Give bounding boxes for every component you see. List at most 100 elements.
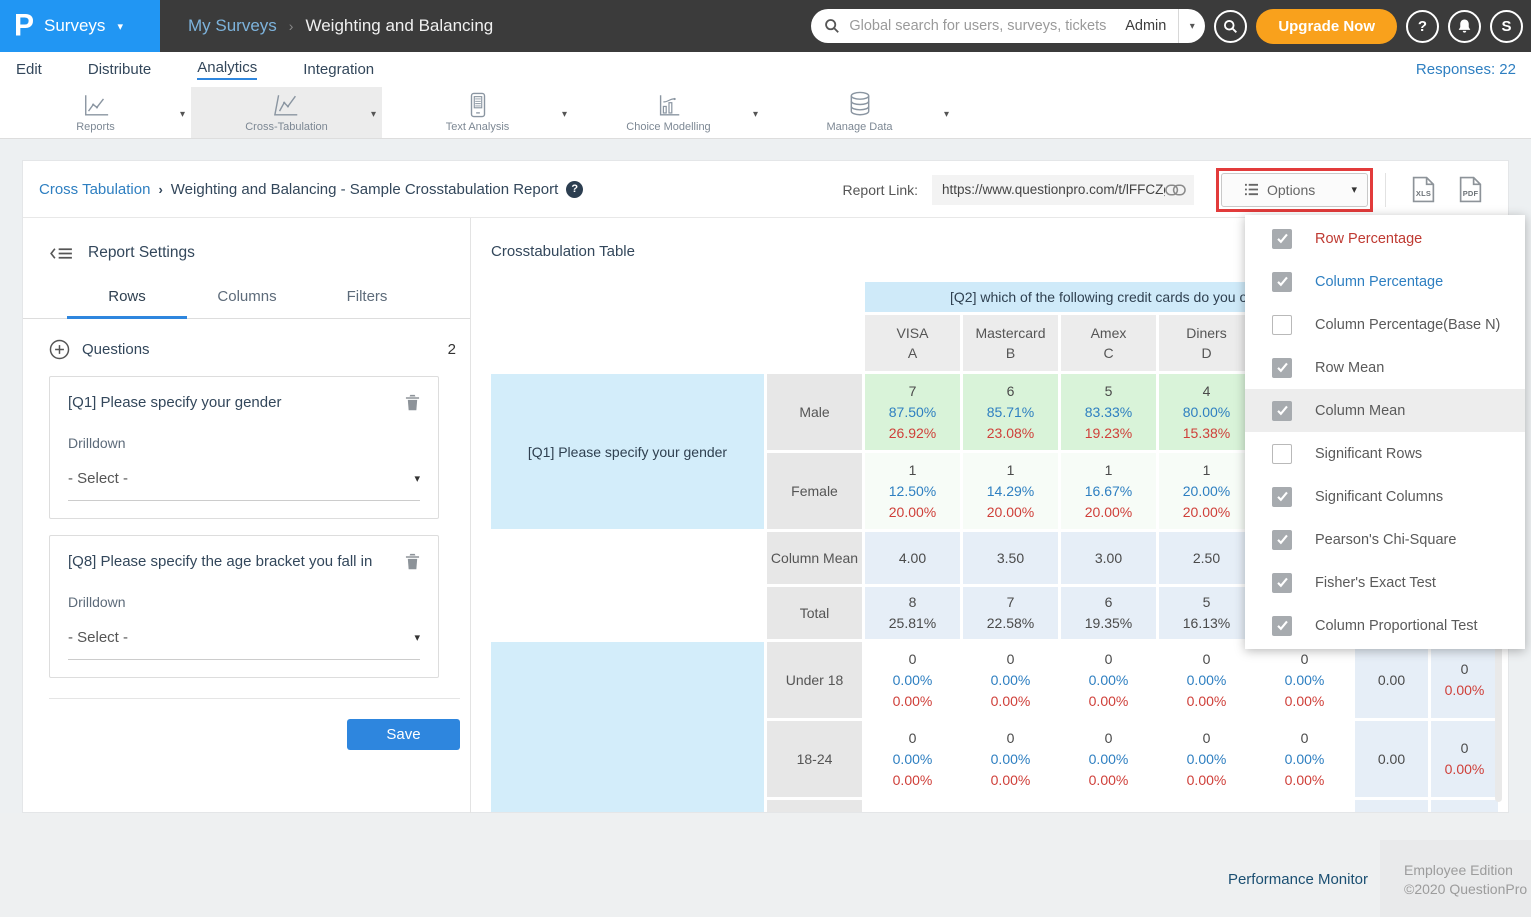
- option-row-percentage[interactable]: Row Percentage: [1245, 217, 1525, 260]
- tab-columns[interactable]: Columns: [187, 288, 307, 319]
- toolbar-item-text-analysis[interactable]: ▾Text Analysis: [382, 87, 573, 138]
- crosstab-cell: 00.00%0.00%: [1159, 642, 1254, 718]
- checkbox-checked-icon[interactable]: [1272, 573, 1292, 593]
- option-fisher-s-exact-test[interactable]: Fisher's Exact Test: [1245, 561, 1525, 604]
- export-xls-button[interactable]: XLS: [1412, 176, 1435, 203]
- checkbox-unchecked-icon[interactable]: [1272, 315, 1292, 335]
- question-text: [Q8] Please specify the age bracket you …: [68, 553, 405, 570]
- nav-tab-analytics[interactable]: Analytics: [197, 59, 257, 80]
- export-pdf-button[interactable]: PDF: [1459, 176, 1482, 203]
- report-settings-header[interactable]: Report Settings: [49, 244, 470, 262]
- toolbar-item-manage-data[interactable]: ▾Manage Data: [764, 87, 955, 138]
- crosstab-cell: 00.00%0.00%: [1061, 642, 1156, 718]
- crosstab-cell: 480.00%15.38%: [1159, 374, 1254, 450]
- breadcrumb-separator: ›: [289, 18, 294, 34]
- top-breadcrumb: My Surveys › Weighting and Balancing: [188, 16, 493, 36]
- trash-icon[interactable]: [405, 553, 420, 570]
- option-significant-rows[interactable]: Significant Rows: [1245, 432, 1525, 475]
- chevron-down-icon[interactable]: ▾: [180, 109, 185, 120]
- save-button[interactable]: Save: [347, 719, 460, 750]
- option-pearson-s-chi-square[interactable]: Pearson's Chi-Square: [1245, 518, 1525, 561]
- help-icon[interactable]: ?: [566, 181, 583, 198]
- reports-chart-icon: [82, 92, 110, 118]
- spacer-cell: [767, 315, 862, 371]
- nav-tab-edit[interactable]: Edit: [16, 61, 42, 78]
- performance-monitor-link[interactable]: Performance Monitor: [1228, 871, 1368, 888]
- chevron-down-icon[interactable]: ▾: [1179, 21, 1205, 32]
- spacer-cell: [767, 282, 862, 312]
- toolbar-item-reports[interactable]: ▾Reports: [0, 87, 191, 138]
- toolbar-item-label: Cross-Tabulation: [245, 121, 328, 133]
- option-row-mean[interactable]: Row Mean: [1245, 346, 1525, 389]
- collapse-menu-icon[interactable]: [49, 245, 74, 262]
- chevron-down-icon[interactable]: ▾: [944, 109, 949, 120]
- option-significant-columns[interactable]: Significant Columns: [1245, 475, 1525, 518]
- global-search: Admin ▾: [811, 9, 1205, 43]
- nav-tab-distribute[interactable]: Distribute: [88, 61, 151, 78]
- tab-filters[interactable]: Filters: [307, 288, 427, 319]
- link-icon[interactable]: [1165, 184, 1186, 196]
- crosstab-cell: 3.00: [1061, 532, 1156, 584]
- options-dropdown-menu: Row PercentageColumn PercentageColumn Pe…: [1245, 215, 1525, 649]
- row-header-male: Male: [767, 374, 862, 450]
- edition-box: Employee Edition ©2020 QuestionPro: [1380, 840, 1531, 917]
- row-header-item: [767, 800, 862, 812]
- help-button[interactable]: ?: [1406, 10, 1439, 43]
- upgrade-now-button[interactable]: Upgrade Now: [1256, 9, 1397, 44]
- option-column-proportional-test[interactable]: Column Proportional Test: [1245, 604, 1525, 647]
- xls-icon: XLS: [1412, 189, 1435, 198]
- spacer-cell: [491, 532, 764, 584]
- option-column-percentage[interactable]: Column Percentage: [1245, 260, 1525, 303]
- checkbox-checked-icon[interactable]: [1272, 401, 1292, 421]
- checkbox-checked-icon[interactable]: [1272, 616, 1292, 636]
- notifications-button[interactable]: [1448, 10, 1481, 43]
- surveys-product-menu[interactable]: P Surveys ▾: [0, 0, 160, 52]
- option-label: Column Proportional Test: [1315, 618, 1478, 634]
- report-link-box: [932, 175, 1194, 205]
- text-analysis-icon: [467, 92, 489, 118]
- chevron-down-icon[interactable]: ▾: [371, 109, 376, 120]
- search-scope-label[interactable]: Admin: [1119, 18, 1178, 34]
- checkbox-checked-icon[interactable]: [1272, 358, 1292, 378]
- survey-nav: EditDistributeAnalyticsIntegrationRespon…: [0, 52, 1531, 87]
- chevron-down-icon[interactable]: ▾: [562, 109, 567, 120]
- crosstab-cell: 114.29%20.00%: [963, 453, 1058, 529]
- crosstab-chart-icon: [273, 92, 301, 118]
- toolbar-item-cross-tabulation[interactable]: ▾ Cross-Tabulation: [191, 87, 382, 138]
- search-button[interactable]: [1214, 10, 1247, 43]
- checkbox-checked-icon[interactable]: [1272, 530, 1292, 550]
- row-header-under-18: Under 18: [767, 642, 862, 718]
- checkbox-checked-icon[interactable]: [1272, 272, 1292, 292]
- checkbox-unchecked-icon[interactable]: [1272, 444, 1292, 464]
- nav-tab-integration[interactable]: Integration: [303, 61, 374, 78]
- report-url-input[interactable]: [942, 182, 1165, 197]
- chevron-down-icon[interactable]: ▾: [753, 109, 758, 120]
- row-total-cell: 00.00%: [1431, 721, 1498, 797]
- trash-icon[interactable]: [405, 394, 420, 411]
- option-column-percentage-base-n[interactable]: Column Percentage(Base N): [1245, 303, 1525, 346]
- crosstab-cell: 2.50: [1159, 532, 1254, 584]
- top-bar: P Surveys ▾ My Surveys › Weighting and B…: [0, 0, 1531, 52]
- breadcrumb-my-surveys[interactable]: My Surveys: [188, 16, 277, 36]
- search-input[interactable]: [849, 18, 1119, 34]
- drilldown-label: Drilldown: [68, 435, 420, 451]
- choice-modelling-icon: [655, 92, 683, 118]
- drilldown-label: Drilldown: [68, 594, 420, 610]
- breadcrumb-cross-tabulation[interactable]: Cross Tabulation: [39, 181, 150, 198]
- options-button[interactable]: Options ▾: [1221, 173, 1368, 207]
- chevron-down-icon: ▾: [414, 631, 420, 644]
- checkbox-checked-icon[interactable]: [1272, 487, 1292, 507]
- topbar-actions: Admin ▾ Upgrade Now ? S: [811, 0, 1523, 52]
- add-question-button[interactable]: [49, 339, 70, 360]
- toolbar-item-choice-modelling[interactable]: ▾Choice Modelling: [573, 87, 764, 138]
- row-mean-cell: [1355, 800, 1428, 812]
- checkbox-checked-icon[interactable]: [1272, 229, 1292, 249]
- search-icon: [824, 18, 840, 34]
- drilldown-select[interactable]: - Select - ▾: [68, 470, 420, 501]
- option-column-mean[interactable]: Column Mean: [1245, 389, 1525, 432]
- drilldown-select[interactable]: - Select - ▾: [68, 629, 420, 660]
- report-settings-title: Report Settings: [88, 244, 195, 262]
- edition-label: Employee Edition: [1404, 861, 1531, 880]
- user-avatar[interactable]: S: [1490, 10, 1523, 43]
- tab-rows[interactable]: Rows: [67, 288, 187, 319]
